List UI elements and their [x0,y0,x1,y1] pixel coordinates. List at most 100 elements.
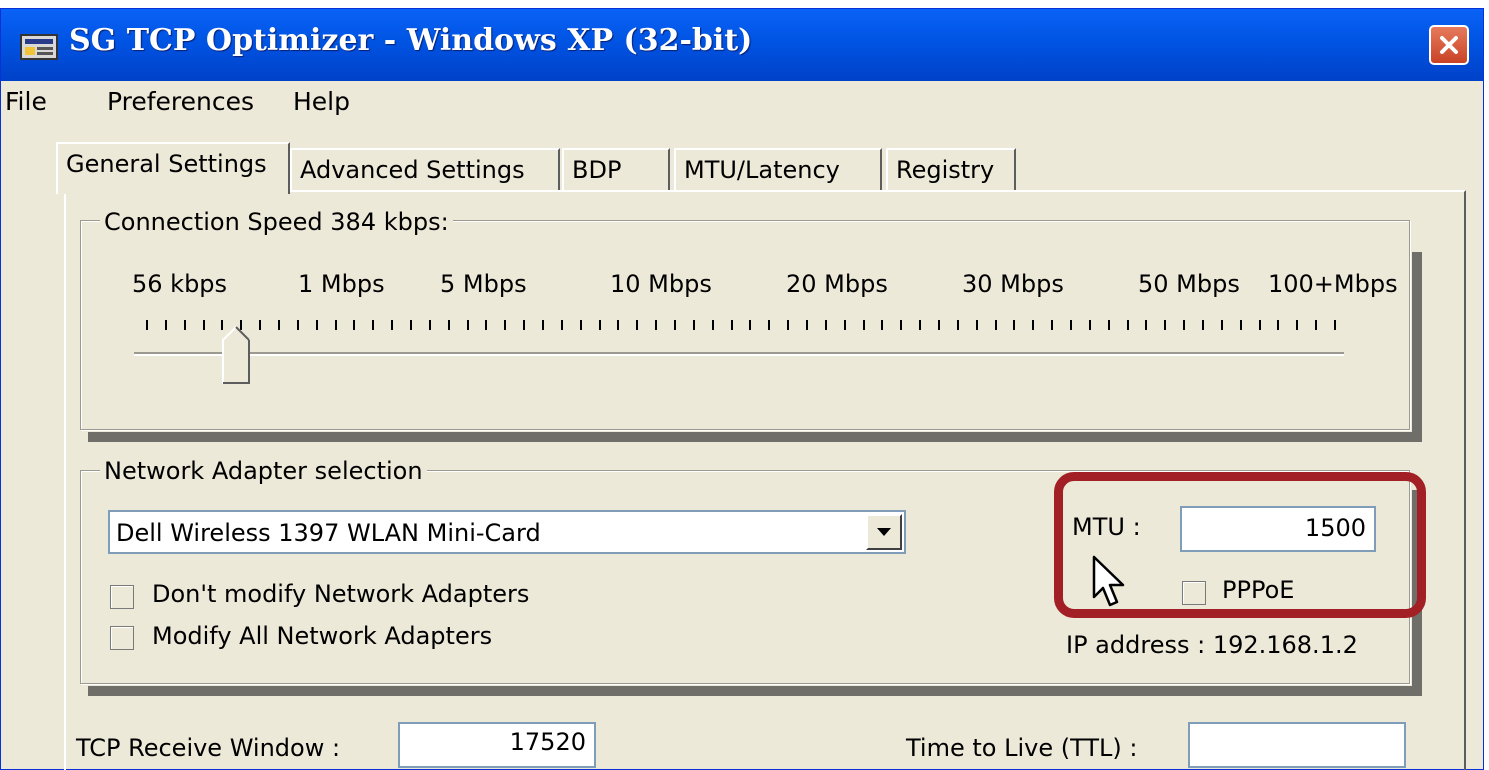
ip-address-label: IP address : 192.168.1.2 [1066,631,1358,659]
slider-tick [1334,320,1336,330]
mouse-cursor-icon [1092,555,1125,607]
adapter-select[interactable]: Dell Wireless 1397 WLAN Mini-Card [108,510,906,554]
slider-tick [825,320,827,330]
modify-all-checkbox[interactable] [110,626,134,650]
slider-tick [184,320,186,330]
slider-tick [1259,320,1261,330]
slider-tick [712,320,714,330]
slider-tick [165,320,167,330]
slider-tick [523,320,525,330]
slider-tick [467,320,469,330]
menu-bar: File Preferences Help [1,81,1483,123]
slider-tick [749,320,751,330]
tick-label: 100+Mbps [1268,270,1398,298]
slider-tick [485,320,487,330]
slider-tick [1240,320,1242,330]
tcp-receive-window-input[interactable]: 17520 [398,722,596,768]
slider-tick [768,320,770,330]
slider-tick [335,320,337,330]
network-adapter-title: Network Adapter selection [100,457,427,485]
slider-tick [655,320,657,330]
tcp-receive-window-label: TCP Receive Window : [76,734,341,762]
slider-tick [693,320,695,330]
groupbox-shadow [88,686,1422,696]
slider-tick [410,320,412,330]
slider-tick [1202,320,1204,330]
chevron-down-icon [877,528,891,536]
slider-tick [995,320,997,330]
slider-tick [1296,320,1298,330]
slider-tick [881,320,883,330]
slider-tick [1183,320,1185,330]
app-icon [20,34,58,60]
menu-preferences[interactable]: Preferences [107,87,254,116]
slider-tick [938,320,940,330]
groupbox-shadow [88,432,1422,442]
dont-modify-checkbox[interactable] [110,585,134,609]
slider-tick [561,320,563,330]
connection-speed-title: Connection Speed 384 kbps: [100,208,453,236]
tick-label: 50 Mbps [1138,270,1240,298]
tick-label: 20 Mbps [786,270,888,298]
dont-modify-label: Don't modify Network Adapters [152,580,530,608]
slider-tick [806,320,808,330]
groupbox-shadow [1412,252,1422,442]
tick-label: 1 Mbps [298,270,385,298]
slider-tick [919,320,921,330]
slider-tick [1164,320,1166,330]
slider-tick [372,320,374,330]
slider-tick [316,320,318,330]
window-title: SG TCP Optimizer - Windows XP (32-bit) [69,23,753,58]
speed-slider-track[interactable] [134,352,1344,356]
slider-tick [957,320,959,330]
adapter-select-value: Dell Wireless 1397 WLAN Mini-Card [116,519,541,547]
ttl-label: Time to Live (TTL) : [906,734,1138,762]
close-button[interactable] [1429,25,1469,65]
adapter-select-button[interactable] [866,514,902,550]
modify-all-label: Modify All Network Adapters [152,622,493,650]
close-icon [1440,36,1458,54]
slider-tick [1051,320,1053,330]
slider-tick [542,320,544,330]
tick-label: 10 Mbps [610,270,712,298]
slider-tick [297,320,299,330]
slider-tick [863,320,865,330]
slider-tick [900,320,902,330]
slider-tick [599,320,601,330]
tab-bdp[interactable]: BDP [562,148,670,190]
ttl-input[interactable] [1188,722,1406,768]
slider-tick [636,320,638,330]
slider-tick [448,320,450,330]
slider-tick [1013,320,1015,330]
slider-tick [504,320,506,330]
slider-tick [1089,320,1091,330]
menu-help[interactable]: Help [293,87,350,116]
slider-tick [146,320,148,330]
slider-tick [1221,320,1223,330]
speed-slider-thumb[interactable] [222,326,250,384]
slider-tick [617,320,619,330]
tab-general-settings[interactable]: General Settings [56,142,290,194]
tick-label: 5 Mbps [440,270,527,298]
tab-mtu-latency[interactable]: MTU/Latency [674,148,882,190]
slider-tick [353,320,355,330]
slider-tick [259,320,261,330]
slider-tick [787,320,789,330]
tab-registry[interactable]: Registry [886,148,1016,190]
tick-label: 30 Mbps [962,270,1064,298]
menu-file[interactable]: File [5,87,47,116]
slider-tick [391,320,393,330]
slider-tick [731,320,733,330]
slider-tick [203,320,205,330]
slider-tick [278,320,280,330]
slider-tick [1127,320,1129,330]
title-bar[interactable]: SG TCP Optimizer - Windows XP (32-bit) [1,9,1483,81]
tab-advanced-settings[interactable]: Advanced Settings [290,148,560,190]
slider-tick [1277,320,1279,330]
slider-tick [580,320,582,330]
slider-tick [1145,320,1147,330]
tick-label: 56 kbps [132,270,228,298]
slider-tick [1032,320,1034,330]
slider-tick [976,320,978,330]
slider-tick [674,320,676,330]
